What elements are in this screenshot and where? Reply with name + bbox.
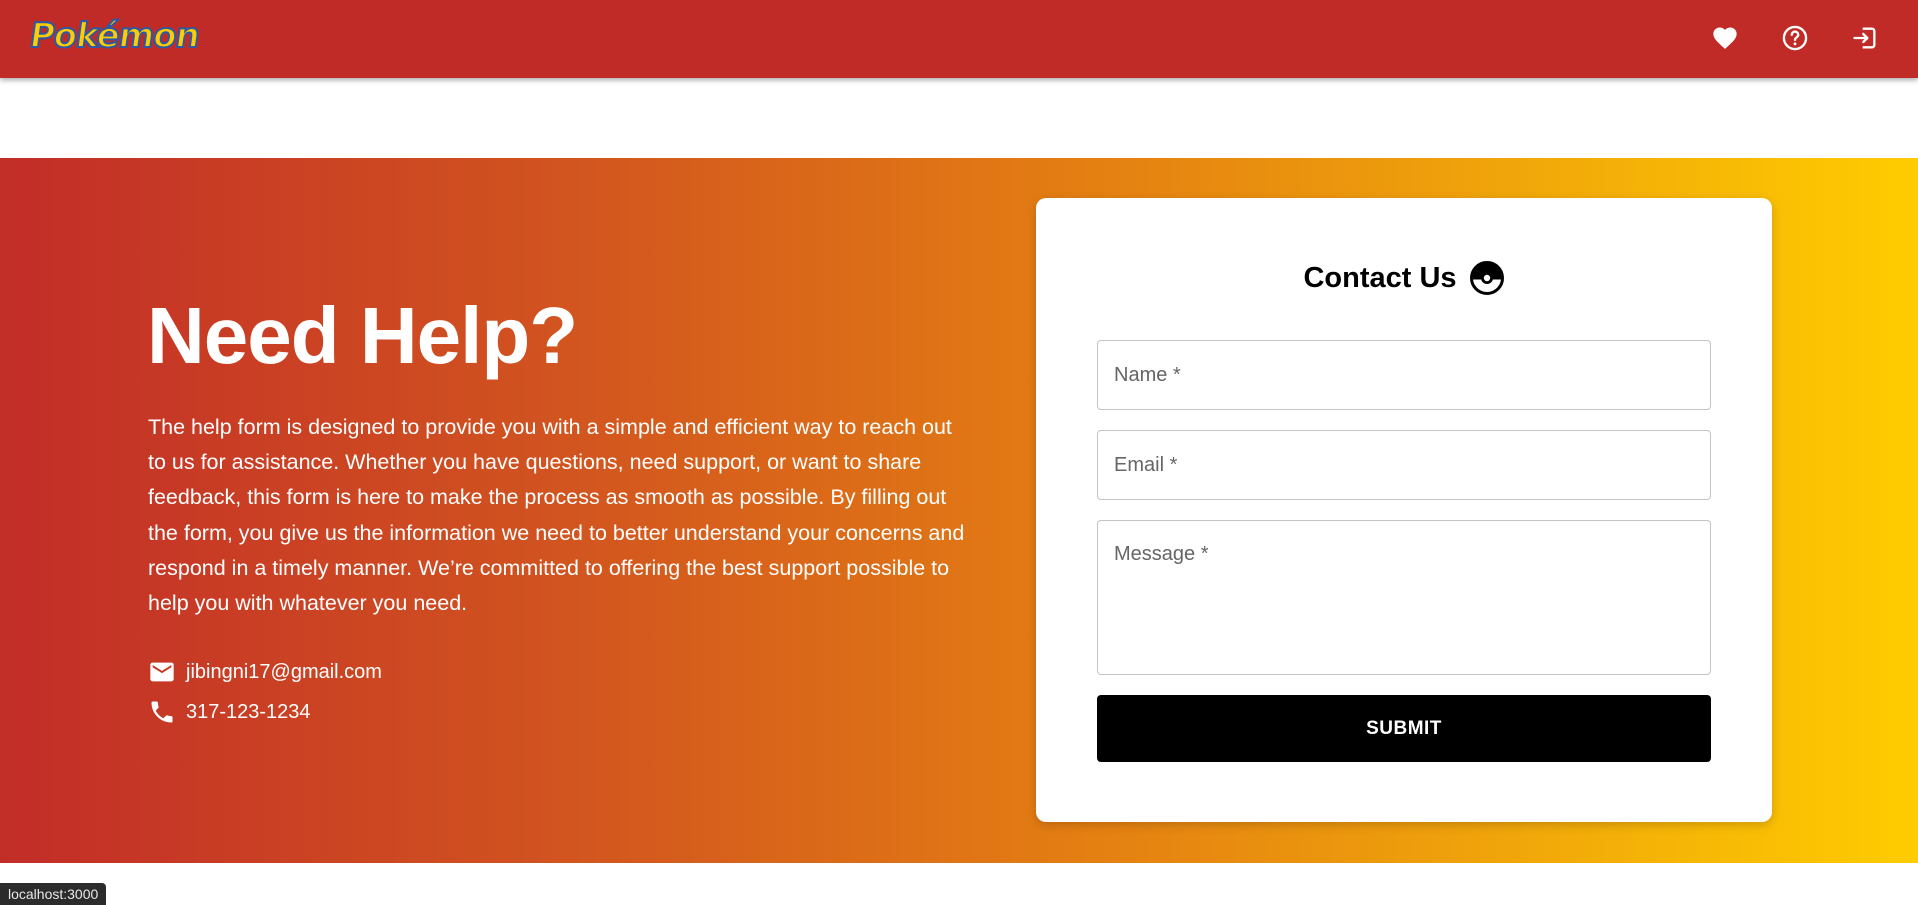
favorites-button[interactable] <box>1707 20 1743 56</box>
contact-form-title: Contact Us <box>1303 261 1457 294</box>
app-header: Pokémon <box>0 0 1918 78</box>
email-field-wrapper <box>1097 430 1711 500</box>
pokeball-icon <box>1469 261 1504 295</box>
name-field-wrapper <box>1097 340 1711 410</box>
heart-icon <box>1713 27 1737 49</box>
phone-icon <box>148 698 176 726</box>
message-textarea[interactable] <box>1098 521 1710 674</box>
help-hero-section: Need Help? The help form is designed to … <box>0 158 1918 863</box>
page-title: Need Help? <box>147 291 578 380</box>
help-description: The help form is designed to provide you… <box>148 415 965 616</box>
help-button[interactable] <box>1777 20 1813 56</box>
email-input[interactable] <box>1098 431 1710 499</box>
contact-form-card: Contact Us SUBMIT <box>1036 198 1772 822</box>
contact-email: jibingni17@gmail.com <box>148 657 382 687</box>
logo-text: Pokémon <box>26 15 203 57</box>
help-circle-icon <box>1782 25 1808 51</box>
submit-button[interactable]: SUBMIT <box>1097 695 1711 762</box>
message-field-wrapper <box>1097 520 1711 675</box>
name-input[interactable] <box>1098 341 1710 409</box>
contact-phone: 317-123-1234 <box>148 697 311 727</box>
logout-button[interactable] <box>1847 20 1883 56</box>
email-address[interactable]: jibingni17@gmail.com <box>186 661 382 684</box>
pokemon-logo[interactable]: Pokémon <box>26 12 203 64</box>
logout-icon <box>1853 27 1876 49</box>
mail-icon <box>148 658 176 686</box>
phone-number[interactable]: 317-123-1234 <box>186 701 311 724</box>
browser-status-url: localhost:3000 <box>0 883 107 905</box>
contact-form-header: Contact Us <box>1036 258 1772 298</box>
